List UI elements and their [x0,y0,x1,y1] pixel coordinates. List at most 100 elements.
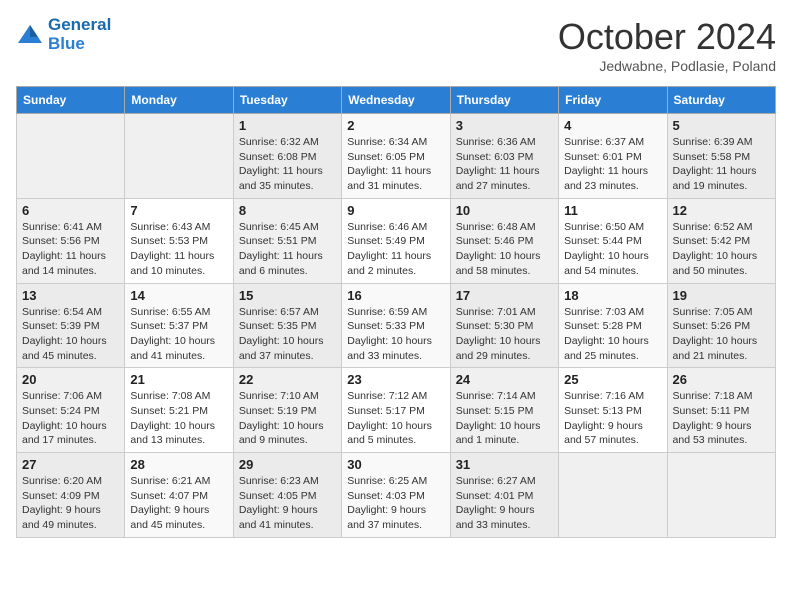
day-info: Sunrise: 6:23 AMSunset: 4:05 PMDaylight:… [239,474,336,533]
day-info: Sunrise: 6:25 AMSunset: 4:03 PMDaylight:… [347,474,444,533]
calendar-cell [667,453,775,538]
calendar-cell: 4 Sunrise: 6:37 AMSunset: 6:01 PMDaylight… [559,114,667,199]
day-info: Sunrise: 6:27 AMSunset: 4:01 PMDaylight:… [456,474,553,533]
calendar-cell: 12 Sunrise: 6:52 AMSunset: 5:42 PMDayligh… [667,198,775,283]
calendar-cell: 1Sunrise: 6:32 AMSunset: 6:08 PMDaylight… [233,114,341,199]
calendar-cell [125,114,233,199]
day-number: 11 [564,203,661,218]
calendar-cell: 15 Sunrise: 6:57 AMSunset: 5:35 PMDayligh… [233,283,341,368]
day-info: Sunrise: 6:32 AMSunset: 6:08 PMDaylight:… [239,135,336,194]
calendar-cell: 28Sunrise: 6:21 AMSunset: 4:07 PMDayligh… [125,453,233,538]
calendar-header: SundayMondayTuesdayWednesdayThursdayFrid… [17,87,776,114]
calendar-cell: 9 Sunrise: 6:46 AMSunset: 5:49 PMDaylight… [342,198,450,283]
logo-icon [16,23,44,47]
day-number: 29 [239,457,336,472]
day-number: 18 [564,288,661,303]
calendar-body: 1Sunrise: 6:32 AMSunset: 6:08 PMDaylight… [17,114,776,538]
week-row-2: 13Sunrise: 6:54 AMSunset: 5:39 PMDayligh… [17,283,776,368]
week-row-0: 1Sunrise: 6:32 AMSunset: 6:08 PMDaylight… [17,114,776,199]
calendar-cell: 20 Sunrise: 7:06 AMSunset: 5:24 PMDayligh… [17,368,125,453]
day-number: 3 [456,118,553,133]
calendar-cell: 19 Sunrise: 7:05 AMSunset: 5:26 PMDayligh… [667,283,775,368]
week-row-1: 6 Sunrise: 6:41 AMSunset: 5:56 PMDaylight… [17,198,776,283]
day-info: Sunrise: 6:57 AMSunset: 5:35 PMDaylight:… [239,305,336,364]
day-info: Sunrise: 6:37 AMSunset: 6:01 PMDaylight:… [564,135,661,194]
day-info: Sunrise: 6:54 AMSunset: 5:39 PMDaylight:… [22,305,119,364]
day-info: Sunrise: 7:05 AMSunset: 5:26 PMDaylight:… [673,305,770,364]
calendar-cell: 27Sunrise: 6:20 AMSunset: 4:09 PMDayligh… [17,453,125,538]
header-day-wednesday: Wednesday [342,87,450,114]
calendar-cell: 7 Sunrise: 6:43 AMSunset: 5:53 PMDaylight… [125,198,233,283]
day-info: Sunrise: 7:14 AMSunset: 5:15 PMDaylight:… [456,389,553,448]
day-number: 24 [456,372,553,387]
day-number: 7 [130,203,227,218]
calendar-cell: 23 Sunrise: 7:12 AMSunset: 5:17 PMDayligh… [342,368,450,453]
day-info: Sunrise: 7:06 AMSunset: 5:24 PMDaylight:… [22,389,119,448]
day-info: Sunrise: 6:46 AMSunset: 5:49 PMDaylight:… [347,220,444,279]
day-number: 9 [347,203,444,218]
day-number: 21 [130,372,227,387]
day-number: 15 [239,288,336,303]
day-info: Sunrise: 6:43 AMSunset: 5:53 PMDaylight:… [130,220,227,279]
day-number: 19 [673,288,770,303]
calendar-cell: 10 Sunrise: 6:48 AMSunset: 5:46 PMDayligh… [450,198,558,283]
calendar-cell: 22Sunrise: 7:10 AMSunset: 5:19 PMDayligh… [233,368,341,453]
week-row-4: 27Sunrise: 6:20 AMSunset: 4:09 PMDayligh… [17,453,776,538]
calendar-cell: 14 Sunrise: 6:55 AMSunset: 5:37 PMDayligh… [125,283,233,368]
calendar-cell: 16Sunrise: 6:59 AMSunset: 5:33 PMDayligh… [342,283,450,368]
day-number: 10 [456,203,553,218]
day-number: 17 [456,288,553,303]
day-info: Sunrise: 6:21 AMSunset: 4:07 PMDaylight:… [130,474,227,533]
day-number: 27 [22,457,119,472]
title-block: October 2024 Jedwabne, Podlasie, Poland [558,16,776,74]
day-number: 6 [22,203,119,218]
day-number: 26 [673,372,770,387]
day-info: Sunrise: 7:03 AMSunset: 5:28 PMDaylight:… [564,305,661,364]
calendar-cell: 30 Sunrise: 6:25 AMSunset: 4:03 PMDayligh… [342,453,450,538]
day-number: 22 [239,372,336,387]
week-row-3: 20 Sunrise: 7:06 AMSunset: 5:24 PMDayligh… [17,368,776,453]
day-number: 12 [673,203,770,218]
day-number: 20 [22,372,119,387]
calendar-cell: 8Sunrise: 6:45 AMSunset: 5:51 PMDaylight… [233,198,341,283]
day-info: Sunrise: 6:45 AMSunset: 5:51 PMDaylight:… [239,220,336,279]
calendar-cell: 17 Sunrise: 7:01 AMSunset: 5:30 PMDayligh… [450,283,558,368]
day-info: Sunrise: 6:41 AMSunset: 5:56 PMDaylight:… [22,220,119,279]
month-title: October 2024 [558,16,776,58]
header-day-monday: Monday [125,87,233,114]
calendar-cell: 5Sunrise: 6:39 AMSunset: 5:58 PMDaylight… [667,114,775,199]
day-number: 16 [347,288,444,303]
day-number: 30 [347,457,444,472]
calendar-cell: 21 Sunrise: 7:08 AMSunset: 5:21 PMDayligh… [125,368,233,453]
calendar-cell: 25 Sunrise: 7:16 AMSunset: 5:13 PMDayligh… [559,368,667,453]
day-info: Sunrise: 6:34 AMSunset: 6:05 PMDaylight:… [347,135,444,194]
header-day-friday: Friday [559,87,667,114]
day-info: Sunrise: 6:55 AMSunset: 5:37 PMDaylight:… [130,305,227,364]
day-number: 14 [130,288,227,303]
day-number: 4 [564,118,661,133]
day-info: Sunrise: 6:52 AMSunset: 5:42 PMDaylight:… [673,220,770,279]
calendar-cell: 11Sunrise: 6:50 AMSunset: 5:44 PMDayligh… [559,198,667,283]
calendar-cell: 2 Sunrise: 6:34 AMSunset: 6:05 PMDaylight… [342,114,450,199]
calendar-cell: 3Sunrise: 6:36 AMSunset: 6:03 PMDaylight… [450,114,558,199]
calendar-table: SundayMondayTuesdayWednesdayThursdayFrid… [16,86,776,538]
day-info: Sunrise: 7:16 AMSunset: 5:13 PMDaylight:… [564,389,661,448]
day-info: Sunrise: 6:48 AMSunset: 5:46 PMDaylight:… [456,220,553,279]
day-info: Sunrise: 7:12 AMSunset: 5:17 PMDaylight:… [347,389,444,448]
location-subtitle: Jedwabne, Podlasie, Poland [558,58,776,74]
page-header: General Blue October 2024 Jedwabne, Podl… [16,16,776,74]
day-number: 23 [347,372,444,387]
logo: General Blue [16,16,111,53]
calendar-cell: 26 Sunrise: 7:18 AMSunset: 5:11 PMDayligh… [667,368,775,453]
calendar-cell: 31 Sunrise: 6:27 AMSunset: 4:01 PMDayligh… [450,453,558,538]
day-info: Sunrise: 7:18 AMSunset: 5:11 PMDaylight:… [673,389,770,448]
header-row: SundayMondayTuesdayWednesdayThursdayFrid… [17,87,776,114]
calendar-cell: 24 Sunrise: 7:14 AMSunset: 5:15 PMDayligh… [450,368,558,453]
day-number: 2 [347,118,444,133]
day-info: Sunrise: 7:01 AMSunset: 5:30 PMDaylight:… [456,305,553,364]
day-number: 31 [456,457,553,472]
day-number: 5 [673,118,770,133]
day-number: 25 [564,372,661,387]
day-info: Sunrise: 7:08 AMSunset: 5:21 PMDaylight:… [130,389,227,448]
header-day-sunday: Sunday [17,87,125,114]
